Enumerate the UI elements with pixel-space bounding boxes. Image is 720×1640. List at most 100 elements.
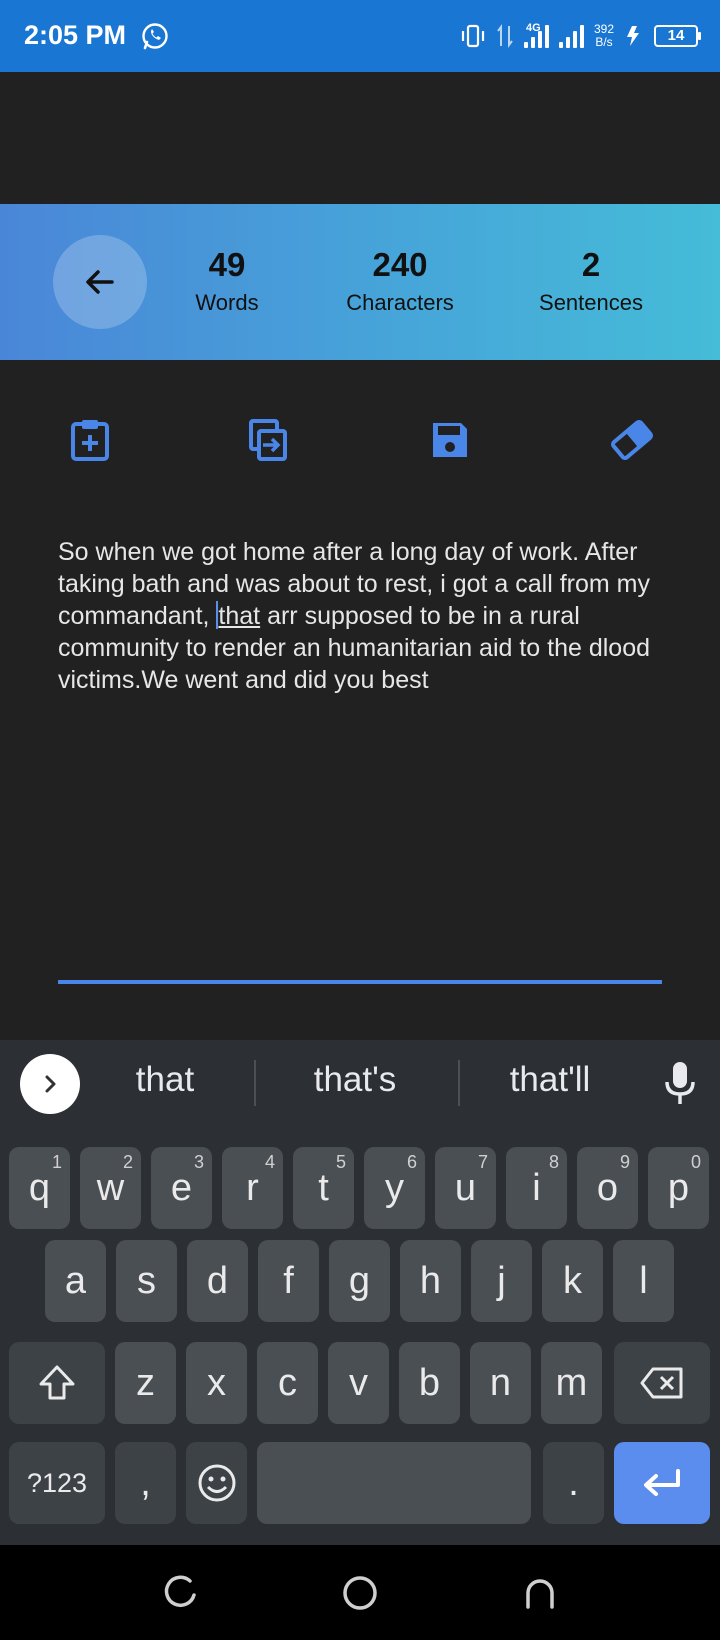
backspace-icon [640, 1367, 683, 1399]
recent-apps-icon[interactable] [160, 1573, 200, 1613]
signal-bars-icon-2 [558, 24, 584, 48]
suggestion-divider [254, 1060, 256, 1106]
key-o[interactable]: o9 [577, 1147, 638, 1229]
comma-key[interactable]: , [115, 1442, 176, 1524]
key-k[interactable]: k [542, 1240, 603, 1322]
key-v[interactable]: v [328, 1342, 389, 1424]
keyboard: that that's that'll q1w2e3r4t5y6u7i8o9p0… [0, 1040, 720, 1545]
symbols-key[interactable]: ?123 [9, 1442, 105, 1524]
key-l[interactable]: l [613, 1240, 674, 1322]
key-p[interactable]: p0 [648, 1147, 709, 1229]
paste-button[interactable] [62, 412, 118, 468]
status-bar: 2:05 PM 4G 392 B/s 14 [0, 0, 720, 72]
emoji-key[interactable] [186, 1442, 247, 1524]
key-n[interactable]: n [470, 1342, 531, 1424]
clear-button[interactable] [604, 412, 660, 468]
characters-count: 240 [372, 246, 428, 283]
space-key[interactable] [257, 1442, 531, 1524]
save-button[interactable] [422, 412, 478, 468]
key-number-hint: 8 [548, 1152, 559, 1172]
navigation-bar [0, 1545, 720, 1640]
stats-header: 49 Words 240 Characters 2 Sentences [0, 204, 720, 360]
key-b[interactable]: b [399, 1342, 460, 1424]
network-speed-unit: B/s [595, 35, 613, 49]
key-c[interactable]: c [257, 1342, 318, 1424]
toolbar-expand-button[interactable] [20, 1054, 80, 1114]
data-transfer-icon [497, 24, 513, 48]
suggestion-3[interactable]: that'll [470, 1060, 630, 1100]
back-nav-icon[interactable] [520, 1573, 560, 1613]
key-j[interactable]: j [471, 1240, 532, 1322]
key-h[interactable]: h [400, 1240, 461, 1322]
key-a[interactable]: a [45, 1240, 106, 1322]
key-number-hint: 2 [122, 1152, 133, 1172]
text-editor[interactable]: So when we got home after a long day of … [58, 536, 668, 696]
signal-1: 4G [523, 22, 549, 48]
key-s[interactable]: s [116, 1240, 177, 1322]
key-number-hint: 7 [477, 1152, 488, 1172]
characters-label: Characters [346, 290, 454, 315]
key-e[interactable]: e3 [151, 1147, 212, 1229]
key-number-hint: 3 [193, 1152, 204, 1172]
key-y[interactable]: y6 [364, 1147, 425, 1229]
arrow-left-icon [86, 270, 114, 294]
key-d[interactable]: d [187, 1240, 248, 1322]
period-key[interactable]: . [543, 1442, 604, 1524]
sentences-label: Sentences [539, 290, 643, 315]
key-number-hint: 6 [406, 1152, 417, 1172]
key-m[interactable]: m [541, 1342, 602, 1424]
sentences-count: 2 [581, 246, 601, 283]
key-i[interactable]: i8 [506, 1147, 567, 1229]
key-label: i [532, 1166, 541, 1209]
copy-button[interactable] [240, 412, 296, 468]
key-q[interactable]: q1 [9, 1147, 70, 1229]
shift-key[interactable] [9, 1342, 105, 1424]
home-icon[interactable] [340, 1573, 380, 1613]
key-number-hint: 0 [690, 1152, 701, 1172]
enter-icon [644, 1469, 680, 1496]
suggestion-bar: that that's that'll [0, 1040, 720, 1128]
key-g[interactable]: g [329, 1240, 390, 1322]
status-icons: 4G 392 B/s 14 [460, 18, 701, 54]
suggestion-2[interactable]: that's [270, 1060, 440, 1100]
vibrate-icon [461, 24, 485, 48]
network-type: 4G [525, 22, 541, 34]
battery-icon: 14 [654, 25, 701, 47]
key-label: w [96, 1166, 125, 1209]
save-icon [433, 423, 467, 457]
key-label: t [318, 1166, 329, 1209]
words-label: Words [195, 290, 259, 315]
stat-words: 49 Words [177, 246, 277, 318]
key-z[interactable]: z [115, 1342, 176, 1424]
microphone-icon[interactable] [660, 1060, 700, 1108]
chevron-right-icon [45, 1075, 56, 1093]
key-f[interactable]: f [258, 1240, 319, 1322]
stat-sentences: 2 Sentences [520, 246, 662, 318]
key-label: e [170, 1166, 193, 1209]
suggestion-1[interactable]: that [100, 1060, 230, 1100]
charging-icon [627, 26, 639, 46]
key-t[interactable]: t5 [293, 1147, 354, 1229]
editor-underline [58, 980, 662, 984]
clipboard-add-icon [71, 420, 109, 461]
key-u[interactable]: u7 [435, 1147, 496, 1229]
copy-icon [249, 419, 287, 461]
whatsapp-icon [142, 23, 168, 50]
key-label: r [246, 1166, 259, 1209]
words-count: 49 [208, 246, 246, 283]
key-label: p [667, 1166, 690, 1209]
back-button[interactable] [53, 235, 147, 329]
stat-characters: 240 Characters [320, 246, 480, 318]
status-time: 2:05 PM [24, 20, 127, 50]
key-number-hint: 1 [51, 1152, 62, 1172]
key-number-hint: 5 [335, 1152, 346, 1172]
key-r[interactable]: r4 [222, 1147, 283, 1229]
emoji-icon [198, 1464, 235, 1502]
eraser-icon [611, 420, 653, 460]
enter-key[interactable] [614, 1442, 710, 1524]
network-speed: 392 B/s [594, 23, 614, 49]
key-x[interactable]: x [186, 1342, 247, 1424]
key-w[interactable]: w2 [80, 1147, 141, 1229]
backspace-key[interactable] [614, 1342, 710, 1424]
key-label: q [28, 1166, 51, 1209]
